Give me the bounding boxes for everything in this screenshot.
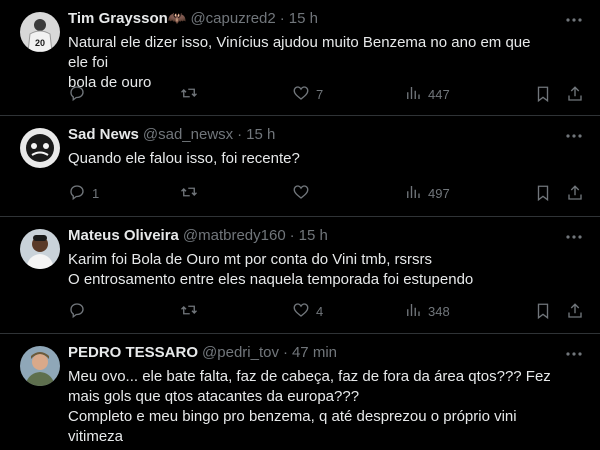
tweet[interactable]: Sad News @sad_newsx · 15 h Quando ele fa…: [0, 116, 600, 217]
tweet-text: Karim foi Bola de Ouro mt por conta do V…: [68, 250, 584, 290]
tweet-secondary-actions: [534, 85, 584, 103]
more-options-icon[interactable]: [564, 346, 584, 362]
timestamp[interactable]: 15 h: [289, 9, 318, 29]
views-button[interactable]: 348: [404, 301, 514, 322]
author-name[interactable]: Mateus Oliveira: [68, 226, 179, 246]
tweet[interactable]: PEDRO TESSARO @pedri_tov · 47 min Meu ov…: [0, 334, 600, 450]
tweet-text: Quando ele falou isso, foi recente?: [68, 149, 584, 169]
retweet-icon: [180, 301, 198, 322]
tweet-text-line: Meu ovo... ele bate falta, faz de cabeça…: [68, 368, 551, 385]
more-options-icon[interactable]: [564, 12, 584, 28]
reply-button[interactable]: 1: [68, 183, 180, 204]
tweet-text-line: Completo e meu bingo pro benzema, q até …: [68, 408, 517, 425]
timestamp[interactable]: 15 h: [246, 125, 275, 145]
tweet-header: Mateus Oliveira @matbredy160 · 15 h: [68, 225, 584, 247]
reply-button[interactable]: [68, 301, 180, 322]
author-name[interactable]: Tim Graysson🦇: [68, 9, 186, 29]
retweet-button[interactable]: [180, 301, 292, 322]
views-count: 348: [428, 303, 450, 319]
like-count: 7: [316, 86, 324, 102]
views-button[interactable]: 497: [404, 183, 514, 204]
views-button[interactable]: 447: [404, 84, 514, 105]
tweet[interactable]: 20 Tim Graysson🦇 @capuzred2 · 15 h Natur…: [0, 0, 600, 116]
tweet-secondary-actions: [534, 302, 584, 320]
tweet-header: PEDRO TESSARO @pedri_tov · 47 min: [68, 342, 584, 364]
tweet-text: Meu ovo... ele bate falta, faz de cabeça…: [68, 367, 584, 447]
svg-text:20: 20: [35, 38, 45, 48]
views-count: 497: [428, 185, 450, 201]
heart-icon: [292, 183, 310, 204]
views-chart-icon: [404, 301, 422, 322]
retweet-icon: [180, 183, 198, 204]
like-button[interactable]: 7: [292, 84, 404, 105]
tweet[interactable]: Mateus Oliveira @matbredy160 · 15 h Kari…: [0, 217, 600, 334]
timestamp[interactable]: 15 h: [299, 226, 328, 246]
tweet-header: Sad News @sad_newsx · 15 h: [68, 124, 584, 146]
author-handle[interactable]: @sad_newsx: [143, 125, 233, 145]
avatar[interactable]: [20, 229, 60, 269]
share-icon[interactable]: [566, 302, 584, 320]
heart-icon: [292, 301, 310, 322]
heart-icon: [292, 84, 310, 105]
more-options-icon[interactable]: [564, 128, 584, 144]
reply-count: 1: [92, 185, 100, 201]
avatar[interactable]: [20, 346, 60, 386]
separator-dot: ·: [289, 227, 295, 244]
tweet-header: Tim Graysson🦇 @capuzred2 · 15 h: [68, 8, 584, 30]
author-handle[interactable]: @capuzred2: [190, 9, 275, 29]
avatar[interactable]: 20: [20, 12, 60, 52]
separator-dot: ·: [279, 10, 285, 27]
avatar[interactable]: [20, 128, 60, 168]
author-handle[interactable]: @pedri_tov: [202, 343, 279, 363]
like-button[interactable]: 4: [292, 301, 404, 322]
reply-icon: [68, 84, 86, 105]
tweet-text-line: Karim foi Bola de Ouro mt por conta do V…: [68, 251, 433, 268]
tweet-actions: 1 497: [68, 183, 584, 203]
more-options-icon[interactable]: [564, 229, 584, 245]
views-count: 447: [428, 86, 450, 102]
bookmark-icon[interactable]: [534, 302, 552, 320]
share-icon[interactable]: [566, 184, 584, 202]
reply-icon: [68, 301, 86, 322]
reply-icon: [68, 183, 86, 204]
author-name[interactable]: PEDRO TESSARO: [68, 343, 198, 363]
tweet-text-line: vitimeza: [68, 428, 124, 445]
share-icon[interactable]: [566, 85, 584, 103]
author-name[interactable]: Sad News: [68, 125, 139, 145]
timestamp[interactable]: 47 min: [292, 343, 337, 363]
like-count: 4: [316, 303, 324, 319]
views-chart-icon: [404, 84, 422, 105]
tweet-secondary-actions: [534, 184, 584, 202]
separator-dot: ·: [282, 344, 288, 361]
bookmark-icon[interactable]: [534, 85, 552, 103]
tweet-actions: 4 348: [68, 301, 584, 321]
tweet-text-line: mais gols que qtos atacantes da europa??…: [68, 388, 360, 405]
tweet-text-line: Natural ele dizer isso, Vinícius ajudou …: [68, 34, 531, 71]
views-chart-icon: [404, 183, 422, 204]
like-button[interactable]: [292, 183, 404, 204]
tweet-actions: 7 447: [68, 84, 584, 104]
retweet-button[interactable]: [180, 183, 292, 204]
retweet-icon: [180, 84, 198, 105]
retweet-button[interactable]: [180, 84, 292, 105]
tweet-text-line: O entrosamento entre eles naquela tempor…: [68, 271, 474, 288]
author-handle[interactable]: @matbredy160: [183, 226, 286, 246]
separator-dot: ·: [237, 126, 243, 143]
bookmark-icon[interactable]: [534, 184, 552, 202]
reply-button[interactable]: [68, 84, 180, 105]
tweet-text-line: Quando ele falou isso, foi recente?: [68, 150, 300, 167]
reply-feed: 20 Tim Graysson🦇 @capuzred2 · 15 h Natur…: [0, 0, 600, 450]
